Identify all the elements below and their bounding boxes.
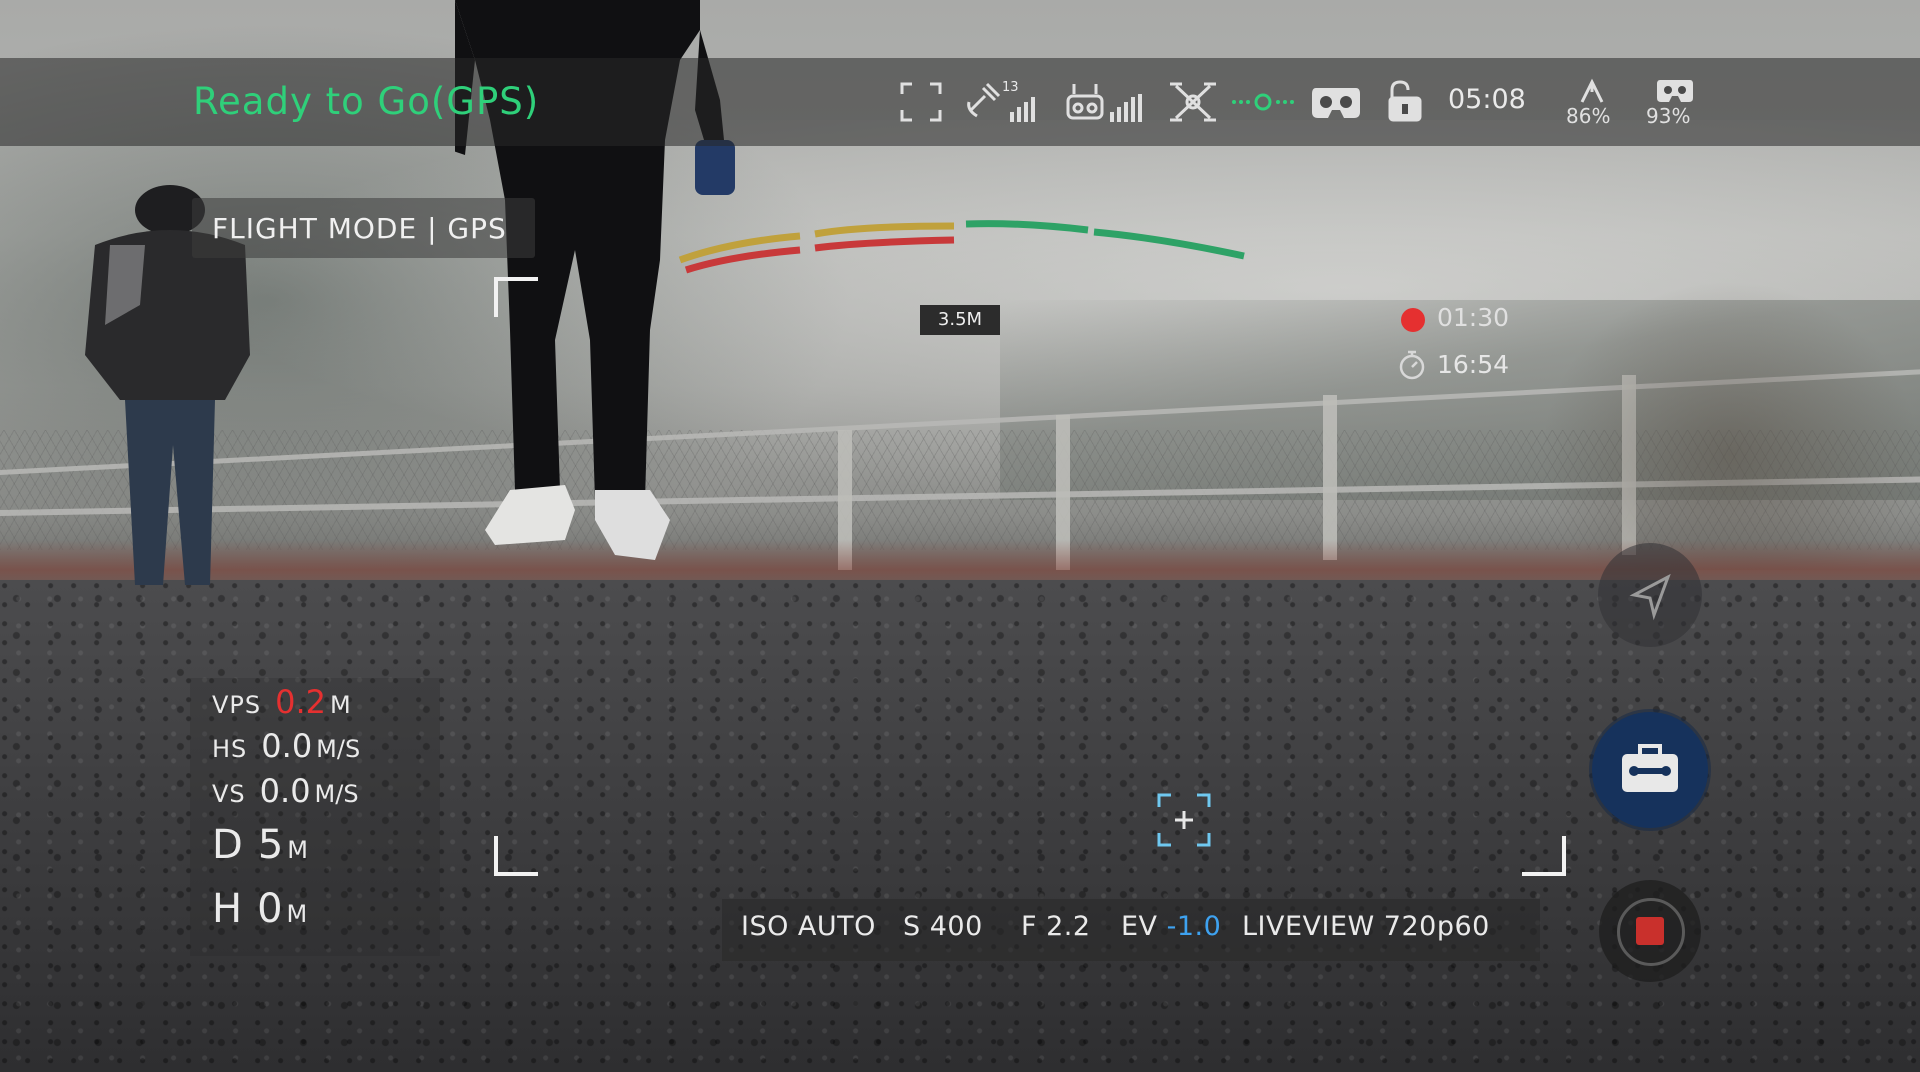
flight-status: Ready to Go(GPS) bbox=[193, 80, 540, 123]
aperture-setting[interactable]: F 2.2 bbox=[1021, 911, 1091, 942]
unlock-icon bbox=[1386, 80, 1422, 122]
vr-goggles-icon bbox=[1312, 88, 1360, 118]
vps-value: 0.2 bbox=[275, 683, 327, 721]
drone-battery-percent: 86% bbox=[1566, 104, 1611, 128]
height-label: H bbox=[212, 886, 244, 932]
obstacle-distance-arc bbox=[678, 220, 1245, 274]
vs-unit: M/S bbox=[314, 780, 359, 808]
distance-unit: M bbox=[287, 836, 308, 864]
liveview-setting[interactable]: LIVEVIEW 720p60 bbox=[1242, 911, 1490, 942]
drone-battery-icon bbox=[1578, 78, 1606, 104]
goggles-battery-percent: 93% bbox=[1646, 104, 1691, 128]
recording-time: 01:30 bbox=[1437, 303, 1510, 332]
navigation-button[interactable] bbox=[1598, 543, 1702, 647]
obstacle-distance: 3.5M bbox=[920, 305, 1000, 335]
ev-value: -1.0 bbox=[1166, 911, 1222, 942]
frame-corner bbox=[1522, 836, 1566, 876]
record-stop-icon bbox=[1636, 917, 1664, 945]
remote-controller-icon bbox=[1066, 84, 1104, 120]
hs-value: 0.0 bbox=[261, 727, 313, 765]
obstacle-sensing-icon bbox=[1230, 90, 1296, 114]
focus-target-icon[interactable] bbox=[1157, 793, 1211, 847]
drone-icon bbox=[1168, 80, 1218, 124]
hs-row: HS 0.0 M/S bbox=[212, 727, 360, 765]
signal-bars-icon bbox=[1110, 94, 1144, 122]
recording-indicator bbox=[1401, 308, 1425, 332]
frame-corner bbox=[494, 277, 538, 317]
frame-corner bbox=[494, 836, 538, 876]
height-unit: M bbox=[286, 900, 308, 928]
distance-label: D bbox=[212, 822, 244, 868]
frame-icon[interactable] bbox=[900, 82, 942, 122]
toolbox-icon bbox=[1622, 744, 1678, 792]
iso-setting[interactable]: ISO AUTO bbox=[741, 911, 876, 942]
ev-setting[interactable]: EV -1.0 bbox=[1121, 911, 1221, 942]
hs-label: HS bbox=[212, 735, 248, 763]
ev-label: EV bbox=[1121, 911, 1158, 942]
remaining-record-time: 16:54 bbox=[1437, 350, 1510, 379]
shrub bbox=[1540, 280, 1920, 570]
vps-unit: M bbox=[330, 691, 351, 719]
height-value: 0 bbox=[257, 886, 283, 932]
stopwatch-icon bbox=[1398, 350, 1426, 384]
flight-mode-label: FLIGHT MODE | GPS bbox=[212, 212, 507, 245]
flight-time: 05:08 bbox=[1448, 84, 1526, 115]
satellite-icon bbox=[965, 80, 1005, 122]
vps-label: VPS bbox=[212, 691, 262, 719]
vs-row: VS 0.0 M/S bbox=[212, 772, 359, 810]
toolbox-button[interactable] bbox=[1592, 712, 1708, 828]
signal-bars-icon bbox=[1010, 94, 1040, 122]
goggles-battery-icon bbox=[1657, 80, 1693, 102]
distance-row: D5M bbox=[212, 822, 308, 868]
vps-row: VPS 0.2 M bbox=[212, 683, 351, 721]
vs-value: 0.0 bbox=[259, 772, 311, 810]
flight-mode-panel: FLIGHT MODE | GPS bbox=[192, 198, 535, 258]
distance-value: 5 bbox=[257, 822, 284, 868]
record-stop-button[interactable] bbox=[1599, 880, 1701, 982]
height-row: H0M bbox=[212, 886, 307, 932]
fence-post bbox=[1323, 395, 1337, 560]
gps-sat-count: 13 bbox=[1002, 80, 1019, 95]
vs-label: VS bbox=[212, 780, 246, 808]
hs-unit: M/S bbox=[316, 735, 361, 763]
shutter-setting[interactable]: S 400 bbox=[903, 911, 983, 942]
navigation-icon bbox=[1629, 573, 1671, 621]
